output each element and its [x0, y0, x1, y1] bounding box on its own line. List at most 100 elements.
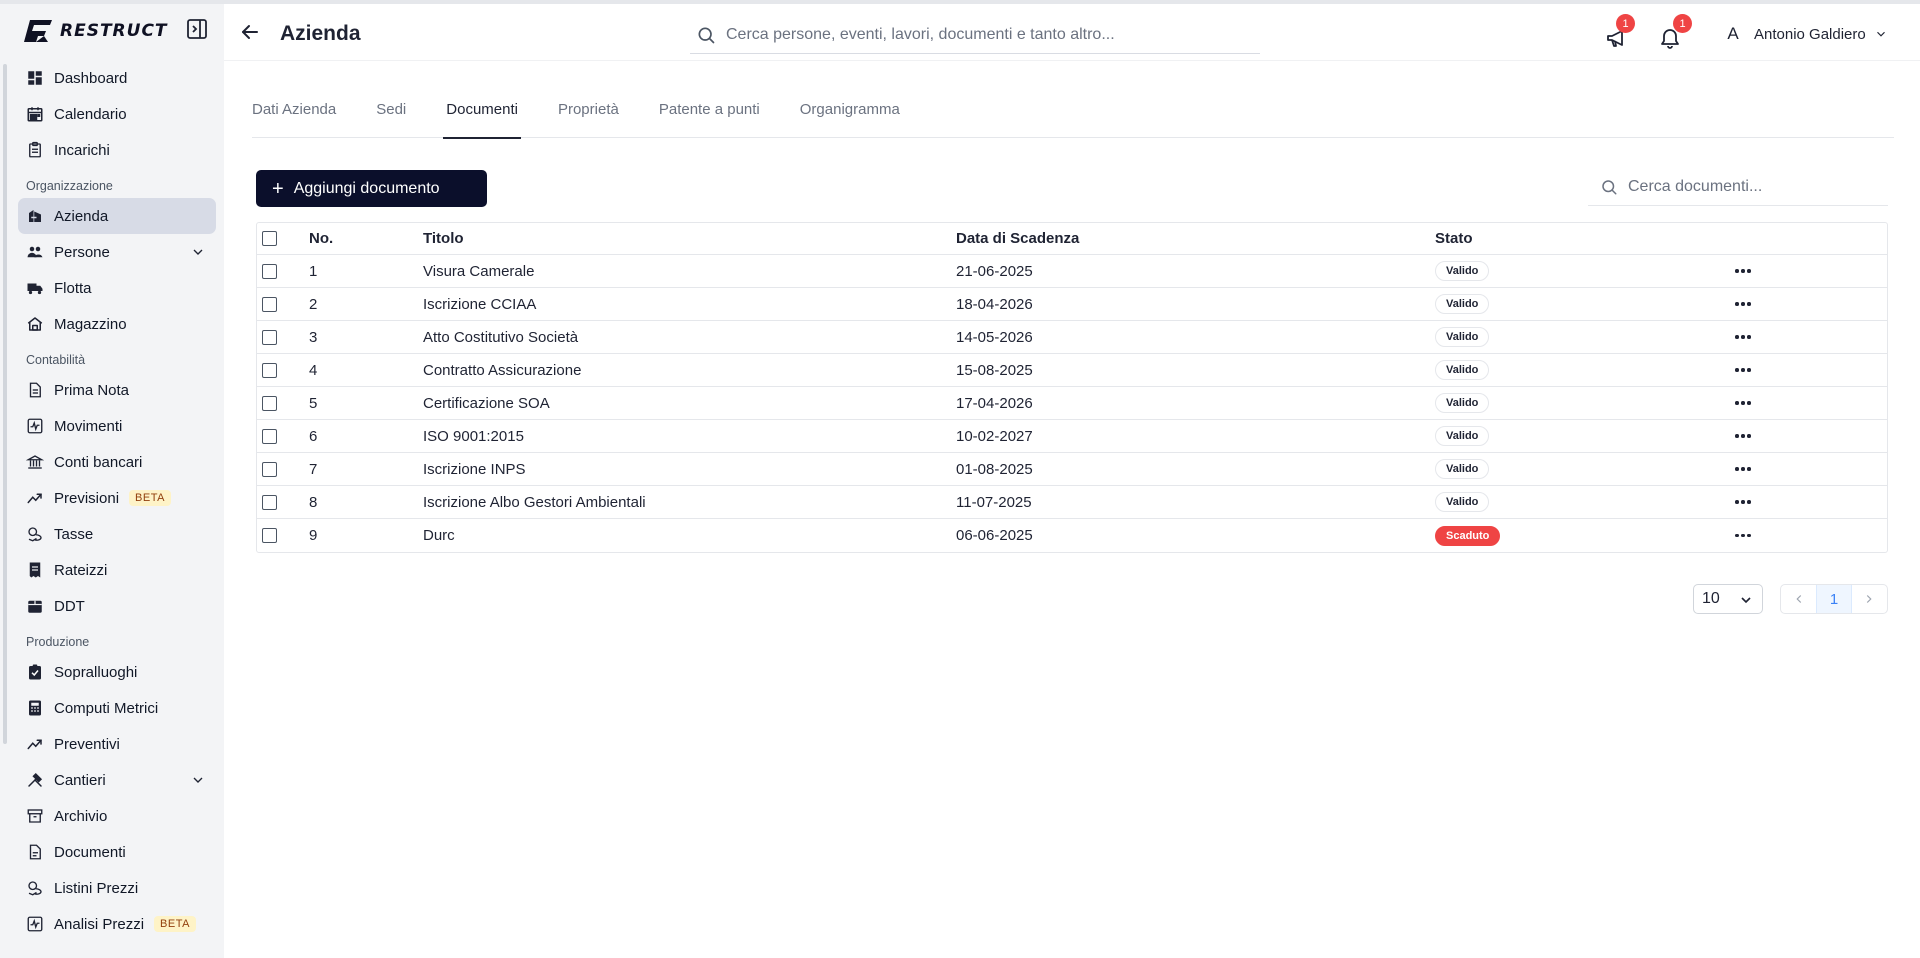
chevron-down-icon [193, 777, 203, 783]
tab-organigramma[interactable]: Organigramma [800, 91, 900, 138]
sidebar-item-cantieri[interactable]: Cantieri [18, 762, 216, 798]
row-actions-menu[interactable] [1731, 393, 1755, 413]
row-actions-menu[interactable] [1731, 360, 1755, 380]
tools-icon [26, 771, 44, 789]
page-button-current[interactable]: 1 [1816, 585, 1852, 613]
sidebar-scrollbar[interactable] [3, 64, 7, 744]
row-actions-menu[interactable] [1731, 294, 1755, 314]
row-actions-menu[interactable] [1731, 459, 1755, 479]
sidebar-item-prima-nota[interactable]: Prima Nota [18, 372, 216, 408]
nav-section-label: Contabilità [26, 353, 86, 367]
next-page-button[interactable] [1852, 585, 1887, 613]
sidebar-item-movimenti[interactable]: Movimenti [18, 408, 216, 444]
row-number: 2 [309, 295, 318, 313]
column-header-title[interactable]: Titolo [423, 223, 464, 254]
table-row[interactable]: 3 Atto Costitutivo Società 14-05-2026 Va… [257, 321, 1887, 354]
note-icon [26, 381, 44, 399]
row-actions-menu[interactable] [1731, 526, 1755, 546]
sidebar-item-listini-prezzi[interactable]: Listini Prezzi [18, 870, 216, 906]
tab-patente-a-punti[interactable]: Patente a punti [659, 91, 760, 138]
tab-propriet-[interactable]: Proprietà [558, 91, 619, 138]
table-row[interactable]: 6 ISO 9001:2015 10-02-2027 Valido [257, 420, 1887, 453]
row-title: Iscrizione CCIAA [423, 295, 537, 313]
sidebar-item-label: Calendario [54, 105, 127, 123]
brand-logo[interactable]: RESTRUCT [22, 16, 168, 46]
document-icon [26, 843, 44, 861]
sidebar-item-preventivi[interactable]: Preventivi [18, 726, 216, 762]
table-row[interactable]: 4 Contratto Assicurazione 15-08-2025 Val… [257, 354, 1887, 387]
row-number: 7 [309, 460, 318, 478]
user-menu[interactable]: A Antonio Galdiero [1718, 18, 1888, 50]
row-checkbox[interactable] [262, 263, 277, 279]
row-checkbox[interactable] [262, 362, 277, 378]
sidebar-item-label: Sopralluoghi [54, 663, 138, 681]
tab-documenti[interactable]: Documenti [443, 91, 521, 139]
table-row[interactable]: 7 Iscrizione INPS 01-08-2025 Valido [257, 453, 1887, 486]
row-actions-menu[interactable] [1731, 492, 1755, 512]
row-checkbox[interactable] [262, 528, 277, 543]
sidebar-item-sopralluoghi[interactable]: Sopralluoghi [18, 654, 216, 690]
row-checkbox[interactable] [262, 428, 277, 444]
row-actions-menu[interactable] [1731, 426, 1755, 446]
sidebar-item-computi-metrici[interactable]: Computi Metrici [18, 690, 216, 726]
sidebar-item-label: Rateizzi [54, 561, 108, 579]
sidebar-item-label: Previsioni [54, 489, 120, 507]
sidebar-item-flotta[interactable]: Flotta [18, 270, 216, 306]
sidebar-item-rateizzi[interactable]: Rateizzi [18, 552, 216, 588]
back-arrow-icon[interactable] [238, 20, 262, 44]
column-header-state[interactable]: Stato [1435, 223, 1473, 254]
global-search-input[interactable] [726, 25, 1246, 44]
row-number: 8 [309, 493, 318, 511]
row-number: 1 [309, 262, 318, 280]
row-checkbox[interactable] [262, 494, 277, 510]
sidebar-collapse-icon[interactable] [186, 18, 208, 40]
table-row[interactable]: 5 Certificazione SOA 17-04-2026 Valido [257, 387, 1887, 420]
row-checkbox[interactable] [262, 296, 277, 312]
sidebar-item-label: Computi Metrici [54, 699, 159, 717]
sidebar-item-ddt[interactable]: DDT [18, 588, 216, 624]
row-checkbox[interactable] [262, 395, 277, 411]
table-row[interactable]: 2 Iscrizione CCIAA 18-04-2026 Valido [257, 288, 1887, 321]
select-all-checkbox[interactable] [262, 231, 277, 246]
sidebar-item-documenti[interactable]: Documenti [18, 834, 216, 870]
sidebar-item-calendario[interactable]: Calendario [18, 96, 216, 132]
row-checkbox[interactable] [262, 329, 277, 345]
sidebar-item-label: Persone [54, 243, 110, 261]
column-header-date[interactable]: Data di Scadenza [956, 223, 1079, 254]
status-badge: Scaduto [1435, 525, 1501, 546]
sidebar-item-analisi-prezzi[interactable]: Analisi Prezzi BETA [18, 906, 216, 942]
tab-dati-azienda[interactable]: Dati Azienda [252, 91, 336, 138]
row-checkbox[interactable] [262, 461, 277, 477]
sidebar-item-archivio[interactable]: Archivio [18, 798, 216, 834]
prev-page-button[interactable] [1781, 585, 1816, 613]
sidebar-item-incarichi[interactable]: Incarichi [18, 132, 216, 168]
sidebar-item-label: Documenti [54, 843, 126, 861]
table-row[interactable]: 9 Durc 06-06-2025 Scaduto [257, 519, 1887, 552]
status-badge: Valido [1435, 327, 1490, 347]
sidebar-item-persone[interactable]: Persone [18, 234, 216, 270]
sidebar-item-conti-bancari[interactable]: Conti bancari [18, 444, 216, 480]
sidebar-item-azienda[interactable]: Azienda [18, 198, 216, 234]
sidebar-item-magazzino[interactable]: Magazzino [18, 306, 216, 342]
sidebar-nav: Dashboard Calendario Incarichi Organizza… [18, 60, 216, 942]
receipt-icon [26, 561, 44, 579]
notifications-badge: 1 [1673, 14, 1692, 33]
row-number: 5 [309, 394, 318, 412]
table-row[interactable]: 8 Iscrizione Albo Gestori Ambientali 11-… [257, 486, 1887, 519]
sidebar-item-tasse[interactable]: Tasse [18, 516, 216, 552]
sidebar-item-previsioni[interactable]: Previsioni BETA [18, 480, 216, 516]
company-icon [26, 207, 44, 225]
add-document-button[interactable]: + Aggiungi documento [256, 170, 487, 207]
row-actions-menu[interactable] [1731, 261, 1755, 281]
row-actions-menu[interactable] [1731, 327, 1755, 347]
chevron-down-icon [1741, 597, 1751, 604]
column-header-no[interactable]: No. [309, 223, 333, 254]
documents-search[interactable] [1588, 168, 1888, 206]
documents-search-input[interactable] [1628, 177, 1878, 196]
sidebar-item-dashboard[interactable]: Dashboard [18, 60, 216, 96]
tab-sedi[interactable]: Sedi [376, 91, 406, 138]
page-size-select[interactable]: 10 [1693, 584, 1763, 614]
global-search[interactable] [690, 16, 1260, 54]
row-title: Atto Costitutivo Società [423, 328, 579, 346]
table-row[interactable]: 1 Visura Camerale 21-06-2025 Valido [257, 255, 1887, 288]
